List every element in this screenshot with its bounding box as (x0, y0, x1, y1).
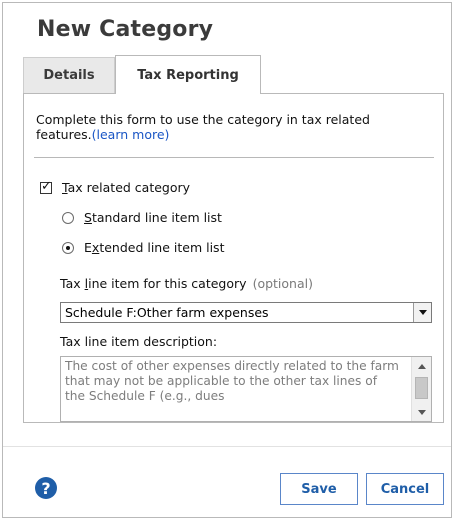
help-icon[interactable]: ? (35, 477, 57, 499)
description-text: The cost of other expenses directly rela… (65, 359, 399, 403)
standard-list-row[interactable]: Standard line item list (62, 210, 222, 225)
tax-related-label-post: ax related category (67, 180, 191, 195)
tax-line-select[interactable]: Schedule F:Other farm expenses (60, 302, 432, 323)
extended-list-label-post: tended line item list (99, 240, 225, 255)
cancel-button[interactable]: Cancel (366, 473, 444, 505)
section-divider (34, 157, 434, 158)
tax-line-label-post: ine item for this category (88, 276, 247, 291)
description-label: Tax line item description: (60, 334, 218, 349)
tax-reporting-panel: Complete this form to use the category i… (23, 93, 444, 423)
description-textarea[interactable]: The cost of other expenses directly rela… (60, 356, 432, 422)
extended-list-label: Extended line item list (84, 240, 224, 255)
save-button[interactable]: Save (280, 473, 358, 505)
chevron-down-icon (418, 310, 427, 315)
check-icon: ✓ (41, 178, 52, 194)
tax-line-label-pre: Tax (60, 276, 85, 291)
dropdown-button[interactable] (413, 303, 431, 322)
tax-related-row[interactable]: ✓ Tax related category (40, 180, 190, 195)
tax-line-selected-value: Schedule F:Other farm expenses (65, 305, 269, 320)
intro-text: Complete this form to use the category i… (36, 112, 370, 142)
intro-text-block: Complete this form to use the category i… (36, 112, 406, 142)
new-category-dialog: New Category Details Tax Reporting Compl… (2, 2, 452, 518)
tab-tax-reporting-label: Tax Reporting (137, 67, 239, 83)
standard-list-radio[interactable] (62, 211, 74, 224)
tax-related-label: Tax related category (62, 180, 190, 195)
optional-hint: (optional) (252, 276, 313, 291)
extended-list-radio[interactable] (62, 241, 74, 254)
radio-selected-dot (66, 245, 70, 250)
tax-related-checkbox[interactable]: ✓ (40, 178, 52, 194)
footer-divider (3, 446, 451, 447)
learn-more-link[interactable]: (learn more) (92, 127, 170, 142)
tab-tax-reporting[interactable]: Tax Reporting (115, 55, 261, 94)
scroll-up-icon[interactable] (418, 364, 426, 369)
standard-list-label-post: tandard line item list (91, 210, 222, 225)
scroll-thumb[interactable] (415, 377, 428, 399)
extended-list-row[interactable]: Extended line item list (62, 240, 224, 255)
standard-list-label-accel: S (84, 210, 92, 225)
description-scrollbar[interactable] (411, 357, 431, 421)
extended-list-label-pre: E (84, 240, 92, 255)
scroll-down-icon[interactable] (418, 410, 426, 415)
tab-details[interactable]: Details (23, 57, 115, 93)
tax-line-label: Tax line item for this category (optional… (60, 276, 313, 291)
standard-list-label: Standard line item list (84, 210, 222, 225)
tab-details-label: Details (43, 68, 95, 83)
dialog-title: New Category (37, 17, 214, 42)
